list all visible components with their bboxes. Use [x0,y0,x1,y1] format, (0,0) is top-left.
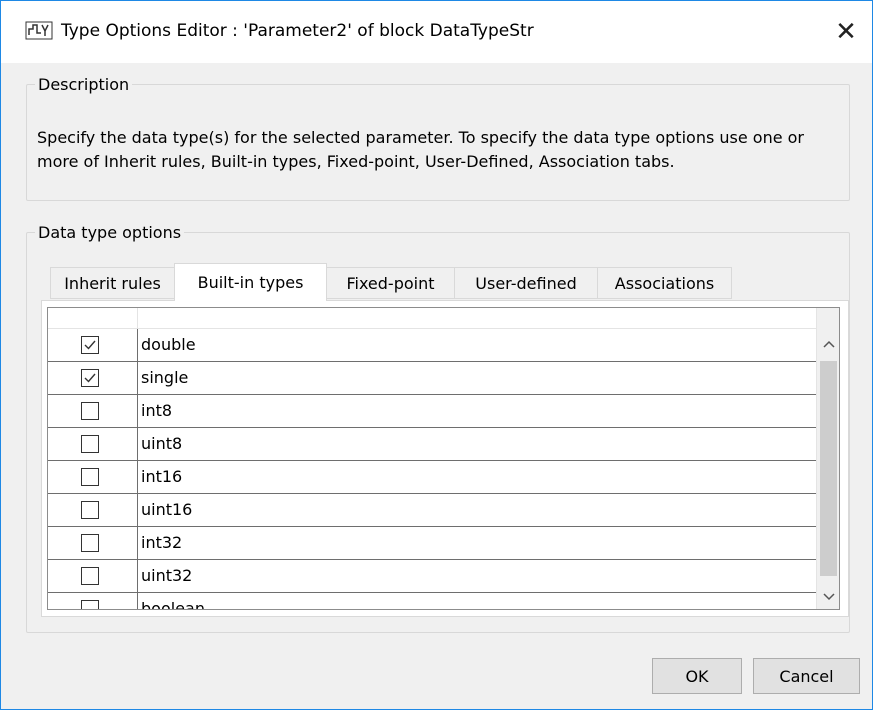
type-checkbox[interactable] [81,501,99,519]
simulink-block-icon [25,21,53,41]
checkbox-cell [48,395,138,427]
table-row: single [48,362,816,395]
chevron-up-icon [822,333,835,352]
tab-fixed-point[interactable]: Fixed-point [326,267,455,299]
type-name: int32 [141,533,183,552]
column-separator [137,308,138,328]
close-button[interactable]: ✕ [820,1,872,63]
data-type-options-legend: Data type options [38,223,182,242]
scroll-down-button[interactable] [817,583,839,607]
type-checkbox[interactable] [81,600,99,609]
type-name: uint8 [141,434,183,453]
ok-button[interactable]: OK [652,658,742,694]
ok-label: OK [685,666,709,686]
tab-label: Inherit rules [64,273,161,293]
close-icon: ✕ [835,17,857,47]
type-name: int16 [141,467,183,486]
window-title: Type Options Editor : 'Parameter2' of bl… [61,21,534,41]
table-header [48,308,816,329]
type-checkbox[interactable] [81,534,99,552]
type-name: boolean [141,599,205,610]
table-row: int16 [48,461,816,494]
table-row: int32 [48,527,816,560]
checkmark-icon [84,373,96,383]
types-table: double single int8 uint8 int16 uint16 int32 uin… [47,307,840,610]
title-bar: Type Options Editor : 'Parameter2' of bl… [1,1,872,63]
checkbox-cell [48,428,138,460]
type-name: double [141,335,196,354]
cancel-label: Cancel [779,666,834,686]
type-checkbox[interactable] [81,402,99,420]
description-legend: Description [38,75,130,94]
cancel-button[interactable]: Cancel [753,658,860,694]
table-rows: double single int8 uint8 int16 uint16 int32 uin… [48,329,816,610]
tab-built-in-types[interactable]: Built-in types [174,263,327,301]
type-checkbox[interactable] [81,435,99,453]
dialog-window: Type Options Editor : 'Parameter2' of bl… [0,0,873,710]
scroll-thumb[interactable] [820,361,837,576]
type-checkbox[interactable] [81,336,99,354]
vertical-scrollbar[interactable] [816,308,839,609]
tab-label: Associations [614,273,715,293]
table-row: uint16 [48,494,816,527]
checkbox-cell [48,593,138,609]
checkbox-cell [48,362,138,394]
type-name: single [141,368,189,387]
checkbox-cell [48,494,138,526]
type-name: uint32 [141,566,193,585]
tab-label: Built-in types [197,273,304,292]
tab-inherit-rules[interactable]: Inherit rules [50,267,175,299]
description-group: Description Specify the data type(s) for… [26,75,850,201]
table-row: double [48,329,816,362]
type-checkbox[interactable] [81,369,99,387]
table-row: uint8 [48,428,816,461]
type-checkbox[interactable] [81,468,99,486]
tab-associations[interactable]: Associations [597,267,732,299]
checkbox-cell [48,560,138,592]
chevron-down-icon [822,586,835,605]
table-row: boolean [48,593,816,610]
table-row: int8 [48,395,816,428]
checkbox-cell [48,461,138,493]
tab-label: User-defined [475,273,577,293]
type-name: uint16 [141,500,193,519]
checkbox-cell [48,527,138,559]
table-row: uint32 [48,560,816,593]
checkbox-cell [48,329,138,361]
scroll-up-button[interactable] [817,330,839,354]
tab-label: Fixed-point [346,273,435,293]
type-name: int8 [141,401,173,420]
checkmark-icon [84,340,96,350]
tab-user-defined[interactable]: User-defined [454,267,598,299]
type-checkbox[interactable] [81,567,99,585]
description-text: Specify the data type(s) for the selecte… [37,128,805,171]
